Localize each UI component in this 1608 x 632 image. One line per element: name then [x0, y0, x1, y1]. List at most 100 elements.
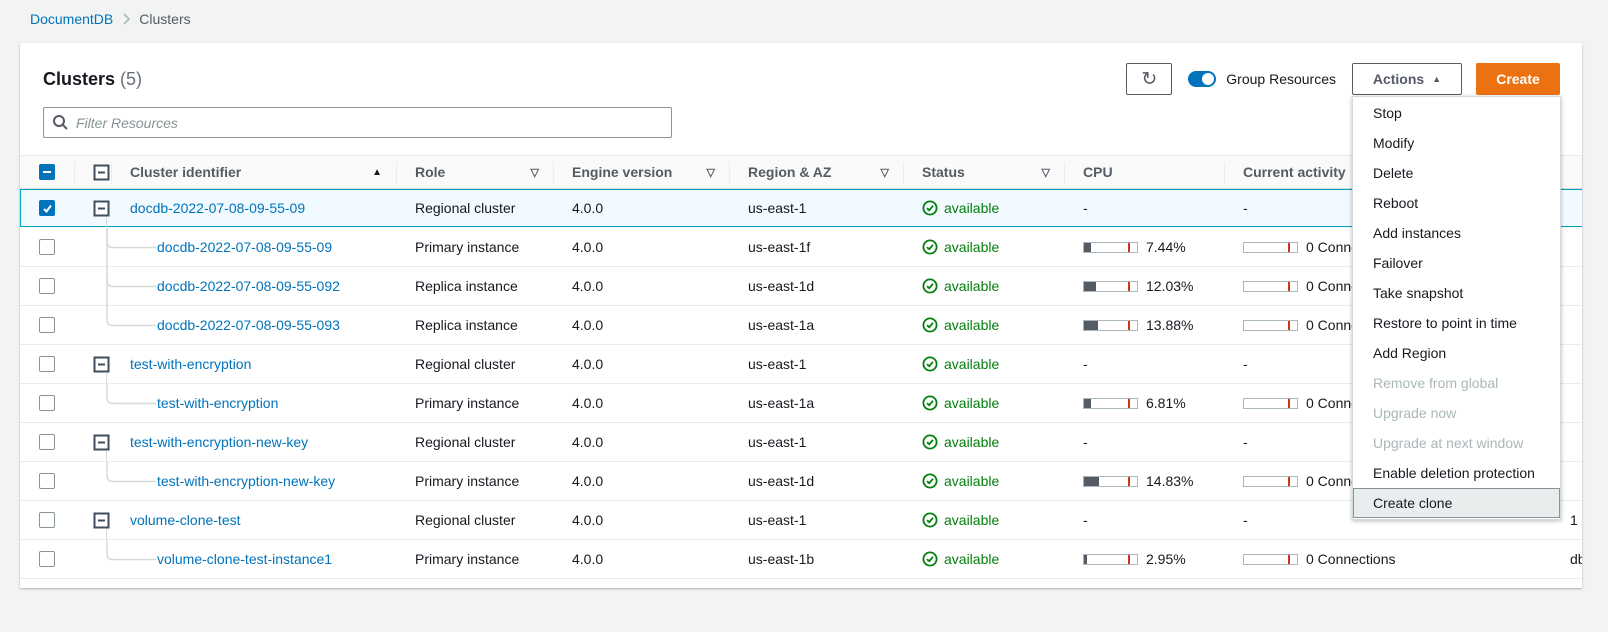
cluster-identifier-link[interactable]: docdb-2022-07-08-09-55-093	[157, 317, 340, 333]
engine-version-cell: 4.0.0	[553, 434, 729, 450]
actions-menu-item[interactable]: Modify	[1353, 128, 1560, 158]
region-az-cell: us-east-1a	[729, 395, 903, 411]
cpu-value: 12.03%	[1146, 278, 1193, 294]
breadcrumb: DocumentDB Clusters	[0, 0, 1608, 27]
role-cell: Primary instance	[396, 239, 553, 255]
row-checkbox[interactable]	[39, 278, 55, 294]
actions-menu-item[interactable]: Failover	[1353, 248, 1560, 278]
cluster-identifier-link[interactable]: docdb-2022-07-08-09-55-09	[130, 200, 305, 216]
activity-value: 0 Connections	[1306, 551, 1396, 567]
tree-line	[106, 217, 107, 227]
sort-ascending-icon[interactable]: ▲	[372, 167, 382, 178]
region-az-cell: us-east-1	[729, 512, 903, 528]
actions-menu-item[interactable]: Enable deletion protection	[1353, 458, 1560, 488]
actions-menu-item[interactable]: Reboot	[1353, 188, 1560, 218]
available-check-icon	[922, 551, 938, 567]
group-resources-toggle[interactable]	[1188, 71, 1216, 87]
actions-menu-item[interactable]: Stop	[1353, 98, 1560, 128]
cpu-value: -	[1083, 200, 1088, 216]
row-checkbox[interactable]	[39, 473, 55, 489]
filter-triangle-icon[interactable]: ▽	[531, 166, 539, 179]
collapse-all-icon[interactable]	[93, 164, 110, 181]
actions-menu-item[interactable]: Restore to point in time	[1353, 308, 1560, 338]
engine-version-cell: 4.0.0	[553, 317, 729, 333]
available-check-icon	[922, 434, 938, 450]
cpu-metric: -	[1083, 434, 1224, 450]
cpu-bar	[1083, 320, 1138, 331]
column-header-cluster-identifier[interactable]: Cluster identifier ▲	[111, 156, 396, 188]
breadcrumb-root-link[interactable]: DocumentDB	[30, 11, 113, 27]
cluster-identifier-link[interactable]: docdb-2022-07-08-09-55-092	[157, 278, 340, 294]
actions-menu-item: Upgrade at next window	[1353, 428, 1560, 458]
role-cell: Regional cluster	[396, 356, 553, 372]
row-checkbox[interactable]	[39, 395, 55, 411]
status-badge: available	[922, 434, 1064, 450]
status-badge: available	[922, 239, 1064, 255]
row-checkbox[interactable]	[39, 200, 55, 216]
status-badge: available	[922, 317, 1064, 333]
cluster-identifier-link[interactable]: test-with-encryption-new-key	[130, 434, 308, 450]
row-checkbox[interactable]	[39, 551, 55, 567]
row-checkbox[interactable]	[39, 434, 55, 450]
cpu-bar	[1083, 476, 1138, 487]
activity-value: -	[1243, 512, 1248, 528]
filter-triangle-icon[interactable]: ▽	[707, 166, 715, 179]
panel-title-text: Clusters	[43, 69, 115, 89]
activity-bar	[1243, 281, 1298, 292]
column-header-cpu[interactable]: CPU	[1064, 156, 1224, 188]
actions-menu-item[interactable]: Create clone	[1353, 488, 1560, 518]
row-checkbox[interactable]	[39, 317, 55, 333]
cluster-identifier-link[interactable]: test-with-encryption	[157, 395, 278, 411]
tree-line	[106, 451, 107, 461]
tree-connector-icon	[106, 462, 158, 504]
create-button[interactable]: Create	[1476, 63, 1560, 95]
engine-version-cell: 4.0.0	[553, 356, 729, 372]
role-cell: Primary instance	[396, 395, 553, 411]
select-all-checkbox[interactable]	[39, 164, 55, 180]
column-header-role[interactable]: Role ▽	[396, 156, 553, 188]
collapse-row-icon[interactable]	[93, 512, 111, 529]
collapse-row-icon[interactable]	[93, 356, 111, 373]
collapse-row-icon[interactable]	[93, 200, 111, 217]
cpu-metric: -	[1083, 356, 1224, 372]
actions-menu-item[interactable]: Delete	[1353, 158, 1560, 188]
actions-menu-item[interactable]: Add instances	[1353, 218, 1560, 248]
actions-button[interactable]: Actions ▲	[1352, 63, 1462, 95]
clusters-panel: Clusters (5) ↻ Group Resources Actions ▲…	[20, 43, 1582, 588]
collapse-row-icon[interactable]	[93, 434, 111, 451]
refresh-button[interactable]: ↻	[1126, 63, 1172, 95]
tree-connector-icon	[106, 384, 158, 426]
page-title: Clusters (5)	[43, 69, 142, 90]
activity-value: -	[1243, 434, 1248, 450]
cpu-bar	[1083, 398, 1138, 409]
cluster-identifier-link[interactable]: volume-clone-test	[130, 512, 241, 528]
column-header-status[interactable]: Status ▽	[903, 156, 1064, 188]
actions-menu-item[interactable]: Take snapshot	[1353, 278, 1560, 308]
cluster-identifier-link[interactable]: test-with-encryption	[130, 356, 251, 372]
cluster-identifier-link[interactable]: test-with-encryption-new-key	[157, 473, 335, 489]
actions-menu-item: Remove from global	[1353, 368, 1560, 398]
table-row: docdb-2022-07-08-09-55-092 Replica insta…	[20, 267, 1582, 306]
filter-resources-input[interactable]	[43, 107, 672, 138]
actions-menu-item[interactable]: Add Region	[1353, 338, 1560, 368]
actions-menu: StopModifyDeleteRebootAdd instancesFailo…	[1352, 96, 1561, 520]
filter-triangle-icon[interactable]: ▽	[1042, 166, 1050, 179]
cluster-identifier-link[interactable]: docdb-2022-07-08-09-55-09	[157, 239, 332, 255]
table-row: docdb-2022-07-08-09-55-09 Primary instan…	[20, 228, 1582, 267]
role-cell: Primary instance	[396, 473, 553, 489]
cpu-value: 2.95%	[1146, 551, 1186, 567]
row-checkbox[interactable]	[39, 512, 55, 528]
role-cell: Regional cluster	[396, 200, 553, 216]
cpu-metric: -	[1083, 512, 1224, 528]
size-cell: db.r5.xlarge	[1401, 551, 1582, 567]
table-row: test-with-encryption Primary instance 4.…	[20, 384, 1582, 423]
cpu-metric: 2.95%	[1083, 551, 1224, 567]
cluster-identifier-link[interactable]: volume-clone-test-instance1	[157, 551, 332, 567]
cpu-metric: -	[1083, 200, 1224, 216]
column-header-region-az[interactable]: Region & AZ ▽	[729, 156, 903, 188]
filter-triangle-icon[interactable]: ▽	[881, 166, 889, 179]
column-header-engine-version[interactable]: Engine version ▽	[553, 156, 729, 188]
row-checkbox[interactable]	[39, 239, 55, 255]
row-checkbox[interactable]	[39, 356, 55, 372]
tree-connector-icon	[106, 540, 158, 582]
